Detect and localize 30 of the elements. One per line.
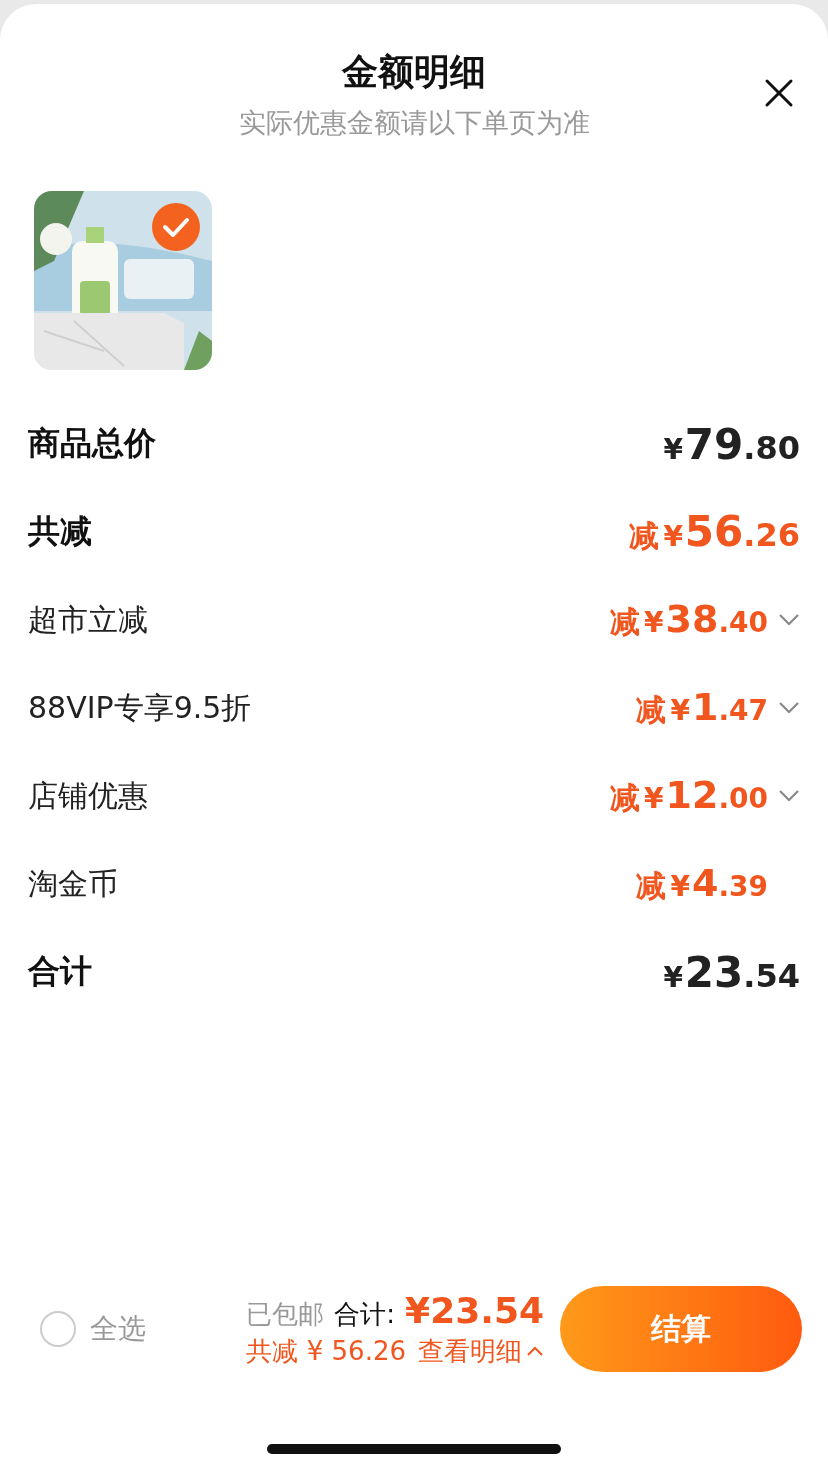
price-amount: 减¥38.40: [610, 597, 768, 643]
chevron-down-icon[interactable]: [778, 789, 800, 803]
row-label: 店铺优惠: [28, 776, 148, 815]
total-amount: ¥23.54: [405, 1289, 544, 1331]
row-label: 88VIP专享9.5折: [28, 688, 252, 727]
discount-summary: 共减 ¥ 56.26: [246, 1334, 406, 1368]
sheet-subtitle: 实际优惠金额请以下单页为准: [238, 106, 590, 140]
close-icon[interactable]: [764, 78, 794, 108]
price-amount: ¥23.54: [663, 947, 800, 997]
select-all-label[interactable]: 全选: [90, 1310, 146, 1348]
row-label: 超市立减: [28, 600, 148, 639]
total-label: 合计:: [334, 1297, 396, 1331]
price-amount: 减¥4.39: [636, 861, 768, 907]
checkout-button[interactable]: 结算: [560, 1286, 802, 1372]
sheet-title: 金额明细: [342, 50, 486, 94]
price-amount: 减¥56.26: [629, 507, 800, 557]
chevron-up-icon[interactable]: [526, 1345, 544, 1357]
price-amount: 减¥1.47: [636, 685, 768, 731]
price-amount: ¥79.80: [663, 419, 800, 469]
chevron-down-icon[interactable]: [778, 701, 800, 715]
row-label: 淘金币: [28, 864, 118, 903]
row-label: 共减: [28, 511, 92, 552]
row-label: 合计: [28, 951, 92, 992]
price-amount: 减¥12.00: [610, 773, 768, 819]
row-label: 商品总价: [28, 423, 156, 464]
radio-button[interactable]: [40, 1311, 76, 1347]
chevron-down-icon[interactable]: [778, 613, 800, 627]
checkmark-icon[interactable]: [152, 203, 200, 251]
shipping-note: 已包邮: [246, 1297, 325, 1331]
details-link[interactable]: 查看明细: [418, 1333, 544, 1369]
